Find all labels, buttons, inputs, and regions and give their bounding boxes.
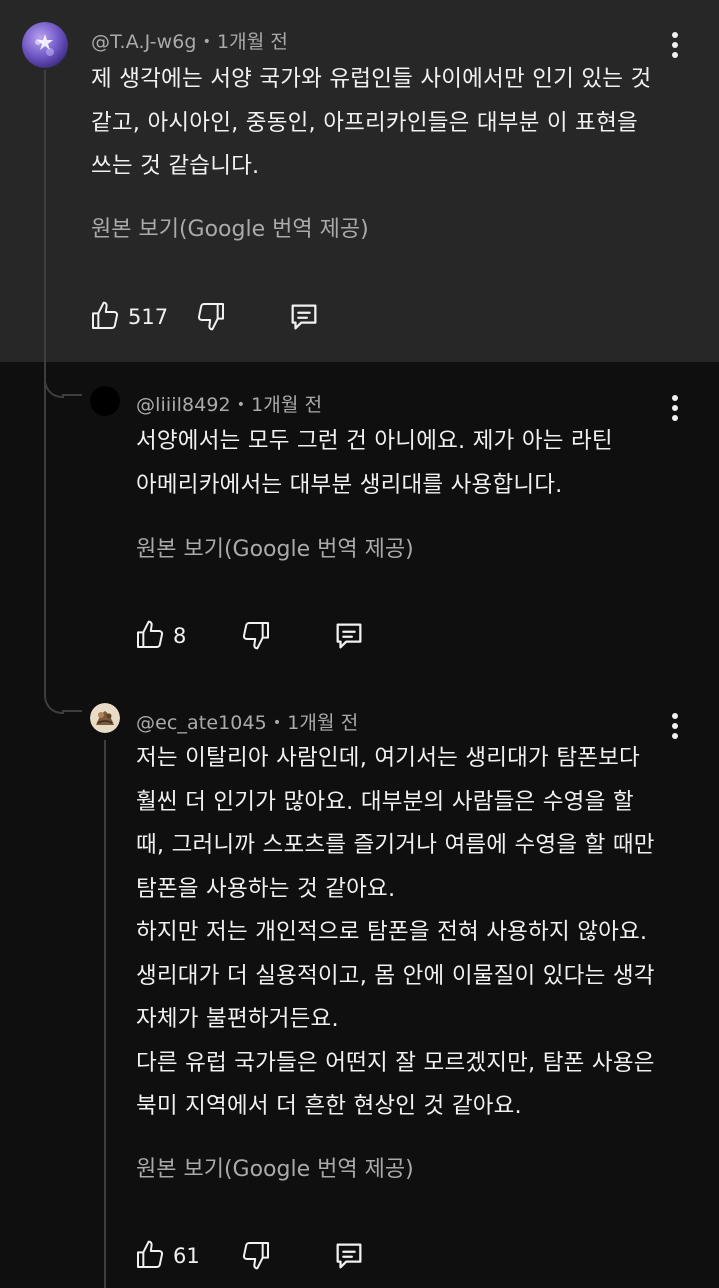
comment-meta: @liiil8492 • 1개월 전: [136, 390, 322, 417]
author-name[interactable]: @ec_ate1045: [136, 712, 267, 734]
see-original-link[interactable]: 원본 보기(Google 번역 제공): [136, 531, 414, 563]
thumbs-up-icon[interactable]: [134, 619, 166, 651]
avatar[interactable]: [90, 703, 120, 733]
author-name[interactable]: @liiil8492: [136, 394, 231, 416]
thread-line: [44, 380, 46, 698]
reply-comment-icon[interactable]: [332, 1239, 366, 1273]
timestamp: 1개월 전: [251, 394, 323, 416]
thumbs-down-icon[interactable]: [240, 1239, 272, 1271]
like-count: 8: [173, 624, 187, 648]
thread-line: [44, 70, 46, 382]
timestamp: 1개월 전: [287, 712, 359, 734]
thread-curve: [44, 694, 64, 714]
thumbs-down-icon[interactable]: [195, 300, 227, 332]
thumbs-up-icon[interactable]: [134, 1239, 166, 1271]
more-vert-icon[interactable]: [663, 711, 687, 741]
separator-dot: •: [202, 34, 211, 50]
comment-meta: @ec_ate1045 • 1개월 전: [136, 708, 358, 735]
thread-connector: [62, 394, 82, 396]
avatar[interactable]: [90, 386, 120, 416]
more-vert-icon[interactable]: [663, 30, 687, 60]
timestamp: 1개월 전: [216, 31, 289, 53]
like-count: 61: [173, 1244, 200, 1268]
author-name[interactable]: @T.A.J-w6g: [91, 31, 197, 53]
avatar[interactable]: [22, 22, 68, 68]
more-vert-icon[interactable]: [663, 393, 687, 423]
comment-text: 저는 이탈리아 사람인데, 여기서는 생리대가 탐폰보다 훨씬 더 인기가 많아…: [136, 745, 655, 1119]
comment-text: 서양에서는 모두 그런 건 아니에요. 제가 아는 라틴 아메리카에서는 대부분…: [136, 428, 613, 498]
separator-dot: •: [272, 715, 282, 731]
see-original-link[interactable]: 원본 보기(Google 번역 제공): [136, 1151, 414, 1183]
reply-comment-icon[interactable]: [332, 619, 366, 653]
thread-line: [104, 740, 106, 1288]
thread-curve: [44, 378, 64, 398]
thumbs-down-icon[interactable]: [240, 619, 272, 651]
comment-text: 제 생각에는 서양 국가와 유럽인들 사이에서만 인기 있는 것 같고, 아시아…: [91, 66, 652, 179]
comment-thread: @T.A.J-w6g • 1개월 전 제 생각에는 서양 국가와 유럽인들 사이에서…: [0, 0, 719, 1288]
thumbs-up-icon[interactable]: [89, 300, 121, 332]
reply-comment-icon[interactable]: [287, 300, 321, 334]
see-original-link[interactable]: 원본 보기(Google 번역 제공): [91, 211, 369, 243]
comment-meta: @T.A.J-w6g • 1개월 전: [91, 27, 288, 54]
separator-dot: •: [236, 397, 246, 413]
thread-connector: [62, 710, 82, 712]
like-count: 517: [128, 305, 169, 329]
